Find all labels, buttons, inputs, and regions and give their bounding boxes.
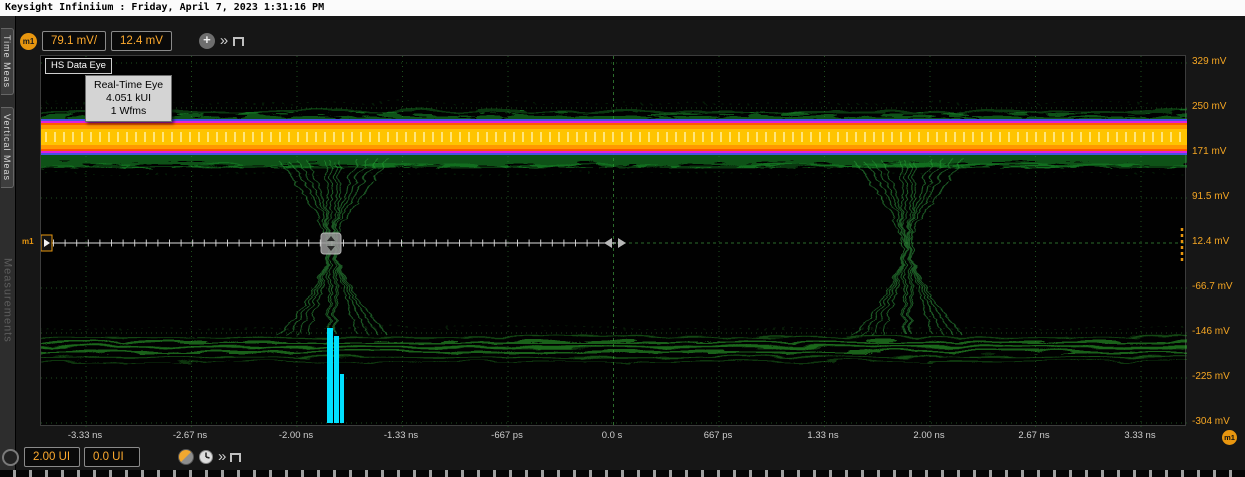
eye-diagram-canvas: [41, 56, 1187, 427]
expand-chevrons-icon[interactable]: »: [218, 449, 226, 465]
titlebar-text: Keysight Infiniium : Friday, April 7, 20…: [5, 2, 325, 13]
sidebar-panel-label: Measurements: [1, 258, 14, 343]
time-label: 2.00 ns: [913, 430, 945, 441]
titlebar: Keysight Infiniium : Friday, April 7, 20…: [0, 0, 1245, 16]
time-label: 2.67 ns: [1018, 430, 1050, 441]
collapse-icon[interactable]: [2, 449, 19, 466]
graticule-grid: [41, 56, 1187, 427]
cursor-drag-handle[interactable]: [320, 232, 342, 255]
time-label: -2.67 ns: [172, 430, 208, 441]
vertical-scale-field[interactable]: 79.1 mV/: [42, 31, 107, 51]
vertical-offset-field[interactable]: 12.4 mV: [111, 31, 172, 51]
expand-chevrons-icon[interactable]: »: [220, 33, 228, 49]
horizontal-position-field[interactable]: 0.0 UI: [84, 447, 140, 467]
time-label: 1.33 ns: [807, 430, 839, 441]
marker-m1-corner-badge[interactable]: m1: [1222, 430, 1237, 445]
clock-icon[interactable]: [198, 449, 214, 465]
eye-bottom-rail: [41, 325, 1187, 361]
horizontal-scale-toolbar: 2.00 UI 0.0 UI »: [24, 446, 242, 468]
horizontal-mode-icon[interactable]: [178, 449, 194, 465]
marker-m1-label[interactable]: m1: [22, 237, 34, 246]
voltage-label: -225 mV: [1192, 371, 1230, 382]
bottom-edge-strip: [0, 470, 1245, 477]
voltage-label: -304 mV: [1192, 416, 1230, 427]
dock-icon[interactable]: [230, 452, 242, 462]
sidebar: Time Meas Vertical Meas Measurements: [0, 16, 16, 470]
time-label: 0.0 s: [601, 430, 623, 441]
time-label: -3.33 ns: [67, 430, 103, 441]
voltage-label: -66.7 mV: [1192, 281, 1233, 292]
add-icon[interactable]: +: [198, 33, 215, 49]
time-label: -2.00 ns: [278, 430, 314, 441]
tooltip-waveforms: 1 Wfms: [110, 105, 147, 118]
cursor-left-marker[interactable]: [41, 234, 53, 252]
tooltip-title: Real-Time Eye: [94, 79, 164, 91]
dock-icon[interactable]: [233, 36, 245, 46]
voltage-label: 91.5 mV: [1192, 191, 1230, 202]
time-label: 667 ps: [703, 430, 733, 441]
time-label: 3.33 ns: [1124, 430, 1156, 441]
sidebar-tab-time-meas[interactable]: Time Meas: [1, 28, 14, 96]
time-label: -667 ps: [491, 430, 523, 441]
voltage-label: 171 mV: [1192, 146, 1227, 157]
timing-histogram: [327, 328, 344, 423]
time-label: -1.33 ns: [383, 430, 419, 441]
vertical-scale-toolbar: m1 79.1 mV/ 12.4 mV + »: [20, 30, 245, 52]
voltage-label: -146 mV: [1192, 326, 1230, 337]
voltage-label: 250 mV: [1192, 101, 1227, 112]
horizontal-scale-field[interactable]: 2.00 UI: [24, 447, 80, 467]
marker-m1-badge[interactable]: m1: [20, 32, 37, 50]
voltage-label: 12.4 mV: [1192, 236, 1230, 247]
sidebar-tab-vertical-meas[interactable]: Vertical Meas: [1, 107, 14, 189]
cursor-line[interactable]: [41, 232, 626, 255]
voltage-label: 329 mV: [1192, 56, 1227, 67]
eye-tooltip: Real-Time Eye 4.051 kUI 1 Wfms: [85, 75, 173, 123]
tooltip-population: 4.051 kUI: [106, 92, 151, 105]
plot-title-tab[interactable]: HS Data Eye: [45, 58, 112, 74]
waveform-display[interactable]: HS Data Eye Real-Time Eye 4.051 kUI 1 Wf…: [40, 55, 1187, 427]
oscilloscope-screen: Keysight Infiniium : Friday, April 7, 20…: [0, 0, 1245, 477]
